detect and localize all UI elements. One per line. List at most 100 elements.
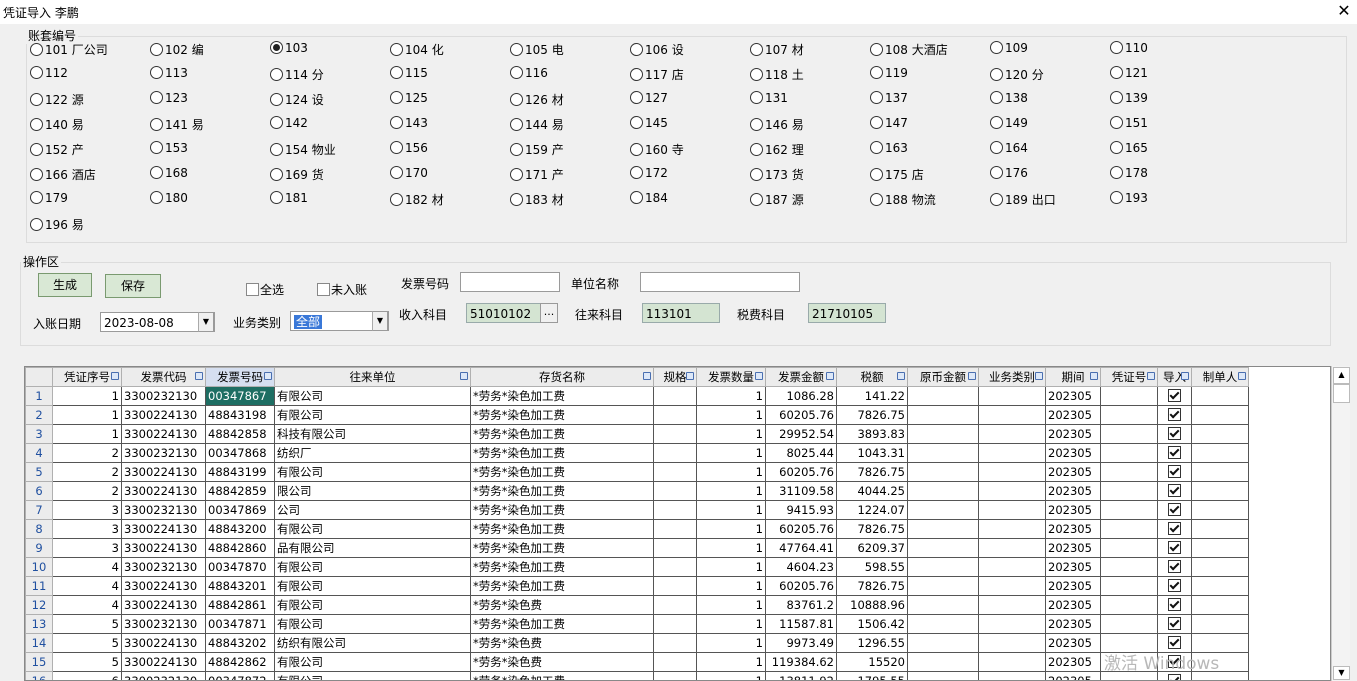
column-header[interactable]: 发票代码 <box>121 367 206 387</box>
radio-dot-icon[interactable] <box>30 93 43 106</box>
table-row[interactable]: 12 4 3300224130 48842861 有限公司 *劳务*染色费 1 83761.2… <box>25 595 1249 615</box>
cell-no[interactable]: 48842860 <box>205 538 275 558</box>
cell-tax[interactable]: 1506.42 <box>836 614 908 634</box>
import-cell[interactable] <box>1157 557 1192 577</box>
cell-tax[interactable]: 1043.31 <box>836 443 908 463</box>
import-checkbox[interactable] <box>1168 636 1181 649</box>
cell-no[interactable]: 48843199 <box>205 462 275 482</box>
import-checkbox[interactable] <box>1168 598 1181 611</box>
tax-account-field[interactable]: 21710105 <box>808 303 886 323</box>
column-header[interactable]: 税额 <box>836 367 908 387</box>
radio-dot-icon[interactable] <box>390 66 403 79</box>
cell-qty[interactable]: 1 <box>696 671 766 680</box>
account-radio-120[interactable]: 120 分 <box>990 66 1044 84</box>
account-radio-146[interactable]: 146 易 <box>750 116 804 134</box>
cell-spec[interactable] <box>653 500 697 520</box>
cell-orig[interactable] <box>907 500 979 520</box>
cell-no[interactable]: 00347868 <box>205 443 275 463</box>
column-header[interactable]: 期间 <box>1045 367 1101 387</box>
cell-code[interactable]: 3300224130 <box>121 538 206 558</box>
account-radio-124[interactable]: 124 设 <box>270 91 324 109</box>
filter-lock-icon[interactable] <box>897 372 905 380</box>
cell-maker[interactable] <box>1191 443 1249 463</box>
scroll-up-icon[interactable]: ▲ <box>1333 367 1350 384</box>
row-number[interactable]: 5 <box>25 462 53 482</box>
import-checkbox[interactable] <box>1168 674 1181 680</box>
cell-item[interactable]: *劳务*染色加工费 <box>470 462 654 482</box>
cell-period[interactable]: 202305 <box>1045 500 1101 520</box>
account-radio-121[interactable]: 121 <box>1110 66 1148 84</box>
radio-dot-icon[interactable] <box>990 41 1003 54</box>
table-row[interactable]: 4 2 3300232130 00347868 纺织厂 *劳务*染色加工费 1 8025.44… <box>25 443 1249 463</box>
account-radio-127[interactable]: 127 <box>630 91 668 109</box>
cell-biz[interactable] <box>978 481 1046 501</box>
row-number[interactable]: 2 <box>25 405 53 425</box>
radio-dot-icon[interactable] <box>270 116 283 129</box>
row-number[interactable]: 14 <box>25 633 53 653</box>
cell-biz[interactable] <box>978 671 1046 680</box>
row-number[interactable]: 12 <box>25 595 53 615</box>
cell-no[interactable]: 48843198 <box>205 405 275 425</box>
account-radio-143[interactable]: 143 <box>390 116 428 134</box>
cell-unit[interactable]: 有限公司 <box>274 671 471 680</box>
row-number[interactable]: 10 <box>25 557 53 577</box>
radio-dot-icon[interactable] <box>750 193 763 206</box>
cell-no[interactable]: 00347870 <box>205 557 275 577</box>
account-radio-165[interactable]: 165 <box>1110 141 1148 159</box>
account-radio-107[interactable]: 107 材 <box>750 41 804 59</box>
cell-maker[interactable] <box>1191 595 1249 615</box>
cell-unit[interactable]: 公司 <box>274 500 471 520</box>
row-number[interactable]: 8 <box>25 519 53 539</box>
cell-biz[interactable] <box>978 443 1046 463</box>
radio-dot-icon[interactable] <box>150 141 163 154</box>
account-radio-144[interactable]: 144 易 <box>510 116 564 134</box>
account-radio-166[interactable]: 166 酒店 <box>30 166 96 184</box>
filter-lock-icon[interactable] <box>643 372 651 380</box>
cell-orig[interactable] <box>907 576 979 596</box>
save-button[interactable]: 保存 <box>105 274 161 298</box>
cell-biz[interactable] <box>978 462 1046 482</box>
account-radio-103[interactable]: 103 <box>270 41 308 59</box>
radio-dot-icon[interactable] <box>510 93 523 106</box>
radio-dot-icon[interactable] <box>150 191 163 204</box>
cell-amt[interactable]: 11587.81 <box>765 614 837 634</box>
import-checkbox[interactable] <box>1168 484 1181 497</box>
radio-dot-icon[interactable] <box>630 143 643 156</box>
account-radio-156[interactable]: 156 <box>390 141 428 159</box>
cell-biz[interactable] <box>978 595 1046 615</box>
cell-unit[interactable]: 有限公司 <box>274 386 471 406</box>
cell-seq[interactable]: 3 <box>52 500 122 520</box>
cell-spec[interactable] <box>653 462 697 482</box>
cell-orig[interactable] <box>907 519 979 539</box>
import-cell[interactable] <box>1157 500 1192 520</box>
cell-qty[interactable]: 1 <box>696 633 766 653</box>
account-radio-169[interactable]: 169 货 <box>270 166 324 184</box>
cell-code[interactable]: 3300232130 <box>121 500 206 520</box>
import-cell[interactable] <box>1157 614 1192 634</box>
cell-spec[interactable] <box>653 576 697 596</box>
not-posted-box[interactable] <box>317 283 330 296</box>
cell-amt[interactable]: 60205.76 <box>765 405 837 425</box>
cell-maker[interactable] <box>1191 481 1249 501</box>
cell-biz[interactable] <box>978 500 1046 520</box>
account-radio-193[interactable]: 193 <box>1110 191 1148 209</box>
cell-maker[interactable] <box>1191 405 1249 425</box>
account-radio-180[interactable]: 180 <box>150 191 188 209</box>
cell-item[interactable]: *劳务*染色加工费 <box>470 405 654 425</box>
filter-lock-icon[interactable] <box>1181 372 1189 380</box>
cell-spec[interactable] <box>653 443 697 463</box>
cell-vno[interactable] <box>1100 424 1158 444</box>
row-number[interactable]: 16 <box>25 671 53 680</box>
cell-period[interactable]: 202305 <box>1045 557 1101 577</box>
cell-item[interactable]: *劳务*染色加工费 <box>470 386 654 406</box>
cell-unit[interactable]: 有限公司 <box>274 519 471 539</box>
cell-period[interactable]: 202305 <box>1045 538 1101 558</box>
cell-item[interactable]: *劳务*染色加工费 <box>470 519 654 539</box>
cell-period[interactable]: 202305 <box>1045 614 1101 634</box>
cell-biz[interactable] <box>978 652 1046 672</box>
scroll-down-icon[interactable]: ▼ <box>1333 666 1350 680</box>
cell-tax[interactable]: 1296.55 <box>836 633 908 653</box>
account-radio-147[interactable]: 147 <box>870 116 908 134</box>
radio-dot-icon[interactable] <box>30 43 43 56</box>
cell-vno[interactable] <box>1100 462 1158 482</box>
